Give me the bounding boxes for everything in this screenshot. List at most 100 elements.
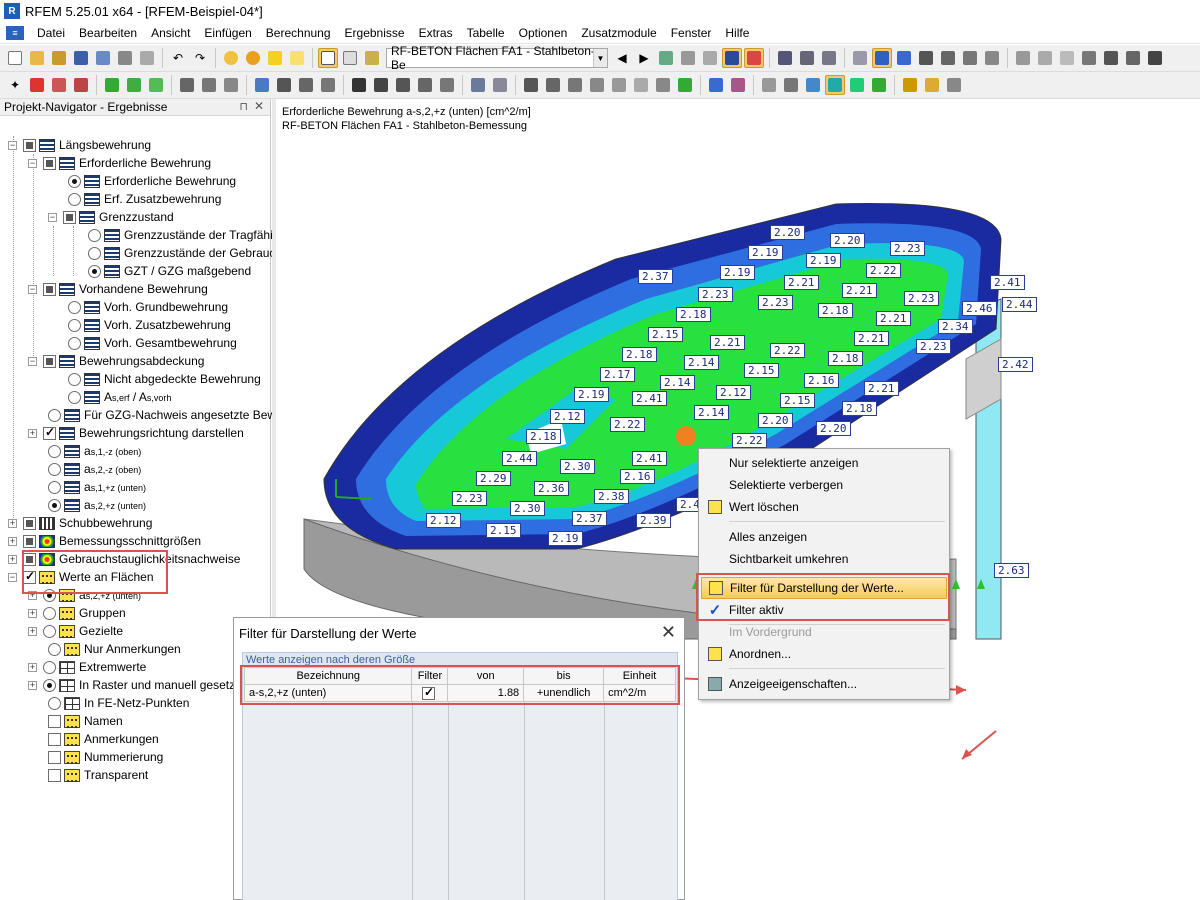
workplane-icon[interactable] <box>982 48 1002 68</box>
line-snap-icon[interactable] <box>916 48 936 68</box>
model-color-icon[interactable] <box>922 75 942 95</box>
axis-icon[interactable] <box>803 75 823 95</box>
tree-checkbox[interactable] <box>23 516 36 530</box>
close-icon[interactable]: ✕ <box>661 622 676 643</box>
menu-ergebnisse[interactable]: Ergebnisse <box>338 26 412 40</box>
value-label[interactable]: 2.23 <box>916 339 951 354</box>
value-label[interactable]: 2.18 <box>676 307 711 322</box>
value-label[interactable]: 2.16 <box>620 469 655 484</box>
menu-arrange[interactable]: Anordnen... <box>701 643 947 665</box>
value-label[interactable]: 2.20 <box>770 225 805 240</box>
value-label[interactable]: 2.12 <box>426 513 461 528</box>
measure-icon[interactable] <box>1035 48 1055 68</box>
panel-toggle-icon[interactable] <box>318 48 338 68</box>
tree-radio[interactable] <box>48 408 61 422</box>
tree-radio[interactable] <box>48 696 61 710</box>
value-label[interactable]: 2.37 <box>638 269 673 284</box>
export-icon[interactable] <box>1123 48 1143 68</box>
open-folder-icon[interactable] <box>27 48 47 68</box>
value-label[interactable]: 2.17 <box>600 367 635 382</box>
value-label[interactable]: 2.44 <box>1002 297 1037 312</box>
tree-radio[interactable] <box>68 300 81 314</box>
tree-item-abdeckung[interactable]: − Bewehrungsabdeckung <box>28 352 204 370</box>
support-tool-icon[interactable] <box>71 75 91 95</box>
chevron-down-icon[interactable]: ▼ <box>593 49 607 67</box>
guide-icon[interactable] <box>960 48 980 68</box>
tree-item-erf-bewehrung[interactable]: Erforderliche Bewehrung <box>68 172 236 190</box>
menu-hide-selected[interactable]: Selektierte verbergen <box>701 474 947 496</box>
close-icon[interactable]: ✕ <box>254 99 264 113</box>
collapse-icon[interactable]: − <box>28 284 37 294</box>
rotate-view-icon[interactable] <box>437 75 457 95</box>
value-label[interactable]: 2.14 <box>660 375 695 390</box>
menu-bearbeiten[interactable]: Bearbeiten <box>72 26 144 40</box>
expand-icon[interactable]: + <box>28 608 37 618</box>
tree-radio[interactable] <box>68 372 81 386</box>
value-label[interactable]: 2.22 <box>770 343 805 358</box>
tree-item-gzt-gebr[interactable]: Grenzzustände der Gebrauc <box>88 244 275 262</box>
tree-item-as1-unten[interactable]: as,1,+z (unten) <box>48 478 146 496</box>
value-label[interactable]: 2.34 <box>938 319 973 334</box>
surface-icon[interactable] <box>252 75 272 95</box>
value-label[interactable]: 2.41 <box>632 451 667 466</box>
menu-show-selected[interactable]: Nur selektierte anzeigen <box>701 452 947 474</box>
cut-icon[interactable] <box>1079 48 1099 68</box>
value-label[interactable]: 2.15 <box>780 393 815 408</box>
expand-icon[interactable]: + <box>28 626 37 636</box>
module-icon[interactable] <box>362 48 382 68</box>
undo-icon[interactable]: ↶ <box>168 48 188 68</box>
zoom-window-icon[interactable] <box>543 75 563 95</box>
tree-radio[interactable] <box>68 390 81 404</box>
menu-ansicht[interactable]: Ansicht <box>144 26 197 40</box>
extremes-icon[interactable] <box>700 48 720 68</box>
menu-foreground[interactable]: Im Vordergrund <box>701 621 947 643</box>
tree-item-erf-zusatz[interactable]: Erf. Zusatzbewehrung <box>68 190 221 208</box>
member-tool-icon[interactable] <box>49 75 69 95</box>
value-label[interactable]: 2.16 <box>804 373 839 388</box>
value-label[interactable]: 2.23 <box>904 291 939 306</box>
camera-icon[interactable] <box>1101 48 1121 68</box>
menu-fenster[interactable]: Fenster <box>664 26 719 40</box>
surface-display-icon[interactable] <box>825 75 845 95</box>
show-values-icon[interactable] <box>722 48 742 68</box>
previous-icon[interactable]: ◀ <box>612 48 632 68</box>
tree-checkbox[interactable] <box>63 210 76 224</box>
print-preview-icon[interactable] <box>137 48 157 68</box>
value-label[interactable]: 2.18 <box>828 351 863 366</box>
value-label[interactable]: 2.22 <box>732 433 767 448</box>
view-icon[interactable] <box>318 75 338 95</box>
menu-invert-visibility[interactable]: Sichtbarkeit umkehren <box>701 548 947 570</box>
menu-datei[interactable]: Datei <box>30 26 72 40</box>
save-icon[interactable] <box>71 48 91 68</box>
comment-icon[interactable] <box>1057 48 1077 68</box>
orbit-icon[interactable] <box>609 75 629 95</box>
document-icon[interactable]: ≡ <box>6 25 24 40</box>
value-label[interactable]: 2.36 <box>534 481 569 496</box>
value-label[interactable]: 2.42 <box>998 357 1033 372</box>
value-label[interactable]: 2.20 <box>816 421 851 436</box>
tree-item-extremwerte[interactable]: + Extremwerte <box>28 658 146 676</box>
object-snap-icon[interactable] <box>938 48 958 68</box>
layers-icon[interactable] <box>900 75 920 95</box>
save-as-icon[interactable] <box>93 48 113 68</box>
opening-icon[interactable] <box>274 75 294 95</box>
tree-item-as2-oben[interactable]: as,2,-z (oben) <box>48 460 141 478</box>
color-scale-icon[interactable] <box>728 75 748 95</box>
value-label[interactable]: 2.19 <box>806 253 841 268</box>
tree-radio[interactable] <box>43 678 56 692</box>
open-example-icon[interactable] <box>49 48 69 68</box>
tree-item-gzt-trag[interactable]: Grenzzustände der Tragfähi <box>88 226 273 244</box>
menu-display-properties[interactable]: Anzeigeeigenschaften... <box>701 673 947 695</box>
value-label[interactable]: 2.22 <box>866 263 901 278</box>
cursor-zoom-icon[interactable] <box>521 75 541 95</box>
pan-icon[interactable] <box>587 75 607 95</box>
tree-item-anmerkungen[interactable]: Anmerkungen <box>48 730 159 748</box>
tree-radio[interactable] <box>48 498 61 512</box>
tree-radio[interactable] <box>48 462 61 476</box>
tree-radio[interactable] <box>43 606 56 620</box>
load-group-icon[interactable] <box>146 75 166 95</box>
tree-item-vorh-gesamt[interactable]: Vorh. Gesamtbewehrung <box>68 334 237 352</box>
tree-item-vorh-zusatz[interactable]: Vorh. Zusatzbewehrung <box>68 316 231 334</box>
section-view-icon[interactable] <box>653 75 673 95</box>
value-label[interactable]: 2.14 <box>684 355 719 370</box>
